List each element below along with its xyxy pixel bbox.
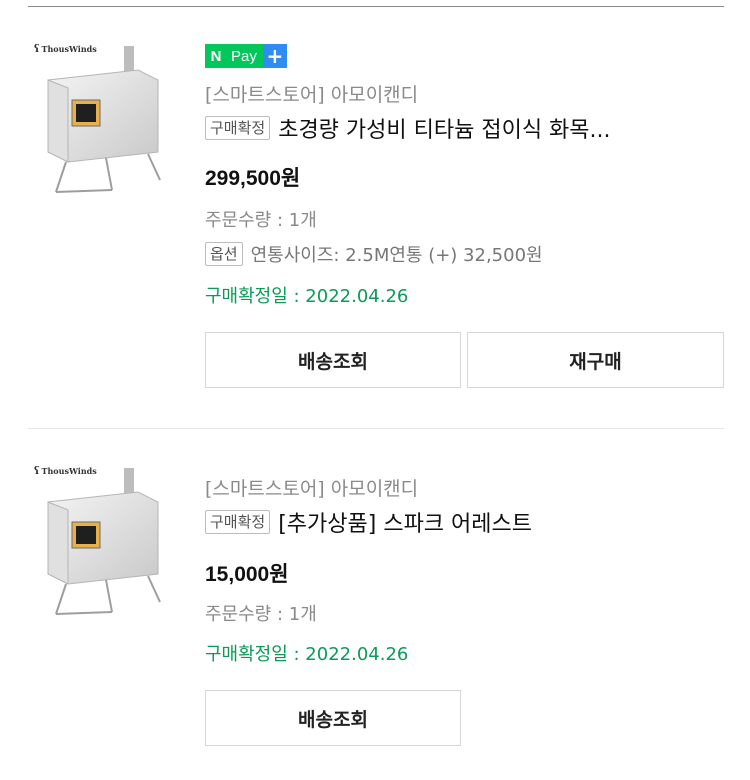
product-image[interactable]: ʕ ThousWinds: [28, 40, 168, 200]
confirm-date: 구매확정일 : 2022.04.26: [205, 286, 409, 307]
option-text: 연통사이즈: 2.5M연통 (+) 32,500원: [250, 245, 543, 266]
track-delivery-button[interactable]: 배송조회: [205, 690, 461, 746]
product-price: 15,000원: [205, 563, 289, 586]
brand-logo-icon: ʕ: [34, 466, 40, 477]
confirm-date: 구매확정일 : 2022.04.26: [205, 644, 409, 665]
brand-logo-icon: ʕ: [34, 44, 40, 55]
order-info: N Pay + [스마트스토어] 아모이캔디 구매확정 초경량 가성비 티타늄 …: [205, 44, 725, 307]
top-divider: [28, 6, 724, 7]
npay-pay-label: Pay: [227, 44, 263, 68]
brand-name: ThousWinds: [41, 44, 97, 54]
status-tag: 구매확정: [205, 510, 271, 534]
product-title-row[interactable]: 구매확정 초경량 가성비 티타늄 접이식 화목...: [205, 112, 611, 144]
store-name[interactable]: [스마트스토어] 아모이캔디: [205, 80, 418, 107]
brand-logo: ʕ ThousWinds: [34, 466, 97, 477]
order-quantity: 주문수량 : 1개: [205, 210, 317, 231]
store-name[interactable]: [스마트스토어] 아모이캔디: [205, 474, 418, 501]
option-tag: 옵션: [205, 242, 243, 266]
option-row: 옵션 연통사이즈: 2.5M연통 (+) 32,500원: [205, 241, 543, 267]
product-title-row[interactable]: 구매확정 [추가상품] 스파크 어레스트: [205, 506, 532, 538]
product-title[interactable]: 초경량 가성비 티타늄 접이식 화목...: [278, 112, 610, 144]
product-title[interactable]: [추가상품] 스파크 어레스트: [278, 506, 532, 538]
stove-illustration: [47, 468, 161, 615]
rebuy-button[interactable]: 재구매: [467, 332, 724, 388]
order-quantity: 주문수량 : 1개: [205, 604, 317, 625]
track-delivery-button[interactable]: 배송조회: [205, 332, 461, 388]
stove-illustration: [47, 46, 161, 193]
product-price: 299,500원: [205, 167, 301, 190]
npay-plus-icon: +: [262, 44, 287, 68]
order-divider: [28, 428, 724, 429]
npay-n-mark: N: [205, 44, 227, 68]
brand-logo: ʕ ThousWinds: [34, 44, 97, 55]
status-tag: 구매확정: [205, 116, 271, 140]
npay-badge: N Pay +: [205, 44, 287, 68]
product-image[interactable]: ʕ ThousWinds: [28, 462, 168, 622]
brand-name: ThousWinds: [41, 466, 97, 476]
